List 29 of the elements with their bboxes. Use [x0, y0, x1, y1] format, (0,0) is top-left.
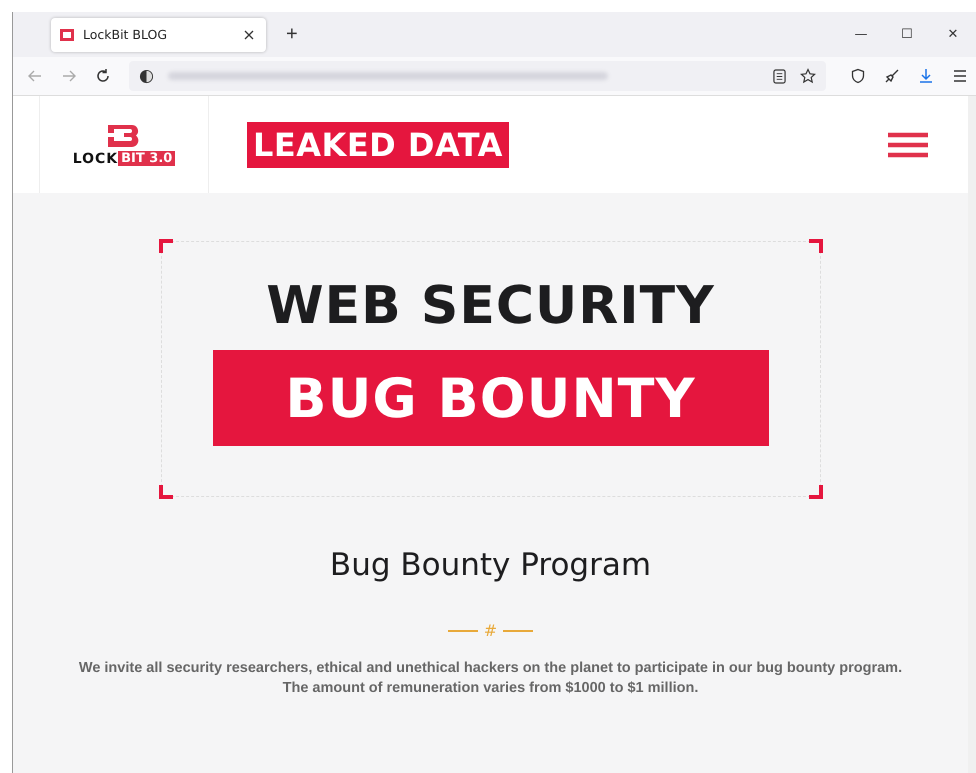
shield-icon[interactable]: [850, 68, 866, 84]
menu-icon[interactable]: [952, 68, 968, 84]
logo-icon: [59, 28, 75, 42]
logo-text: LOCK: [72, 150, 118, 166]
tab-title: LockBit BLOG: [83, 27, 168, 42]
divider-mark: #: [484, 621, 498, 640]
site-icon: [139, 68, 154, 84]
reload-icon[interactable]: [95, 68, 111, 84]
intro-text: The amount of remuneration varies from $1000 to $1 million.: [282, 679, 698, 698]
section-heading: Bug Bounty Program: [330, 547, 652, 583]
window-button[interactable]: ☐: [884, 26, 930, 43]
window-button[interactable]: ✕: [930, 26, 976, 43]
corner-mark: [158, 485, 172, 499]
reader-icon[interactable]: [773, 68, 786, 84]
browser-tab[interactable]: LockBit BLOG: [51, 18, 266, 52]
leaked-data-link[interactable]: LEAKED DATA: [247, 122, 509, 168]
window-button[interactable]: —: [838, 26, 884, 43]
star-icon[interactable]: [800, 68, 816, 84]
corner-mark: [808, 239, 822, 253]
download-icon[interactable]: [918, 68, 934, 84]
intro-text: We invite all security researchers, ethical and unethical hackers on the planet to participate in our bug bounty program.: [78, 659, 902, 678]
broom-icon[interactable]: [884, 68, 900, 84]
close-icon[interactable]: [244, 30, 254, 40]
logo-badge: BIT 3.0: [118, 151, 176, 166]
corner-mark: [158, 239, 172, 253]
hero-title: WEB SECURITY: [266, 276, 715, 336]
hero-banner: BUG BOUNTY: [212, 350, 768, 446]
corner-mark: [808, 485, 822, 499]
new-tab-button[interactable]: +: [280, 23, 304, 46]
